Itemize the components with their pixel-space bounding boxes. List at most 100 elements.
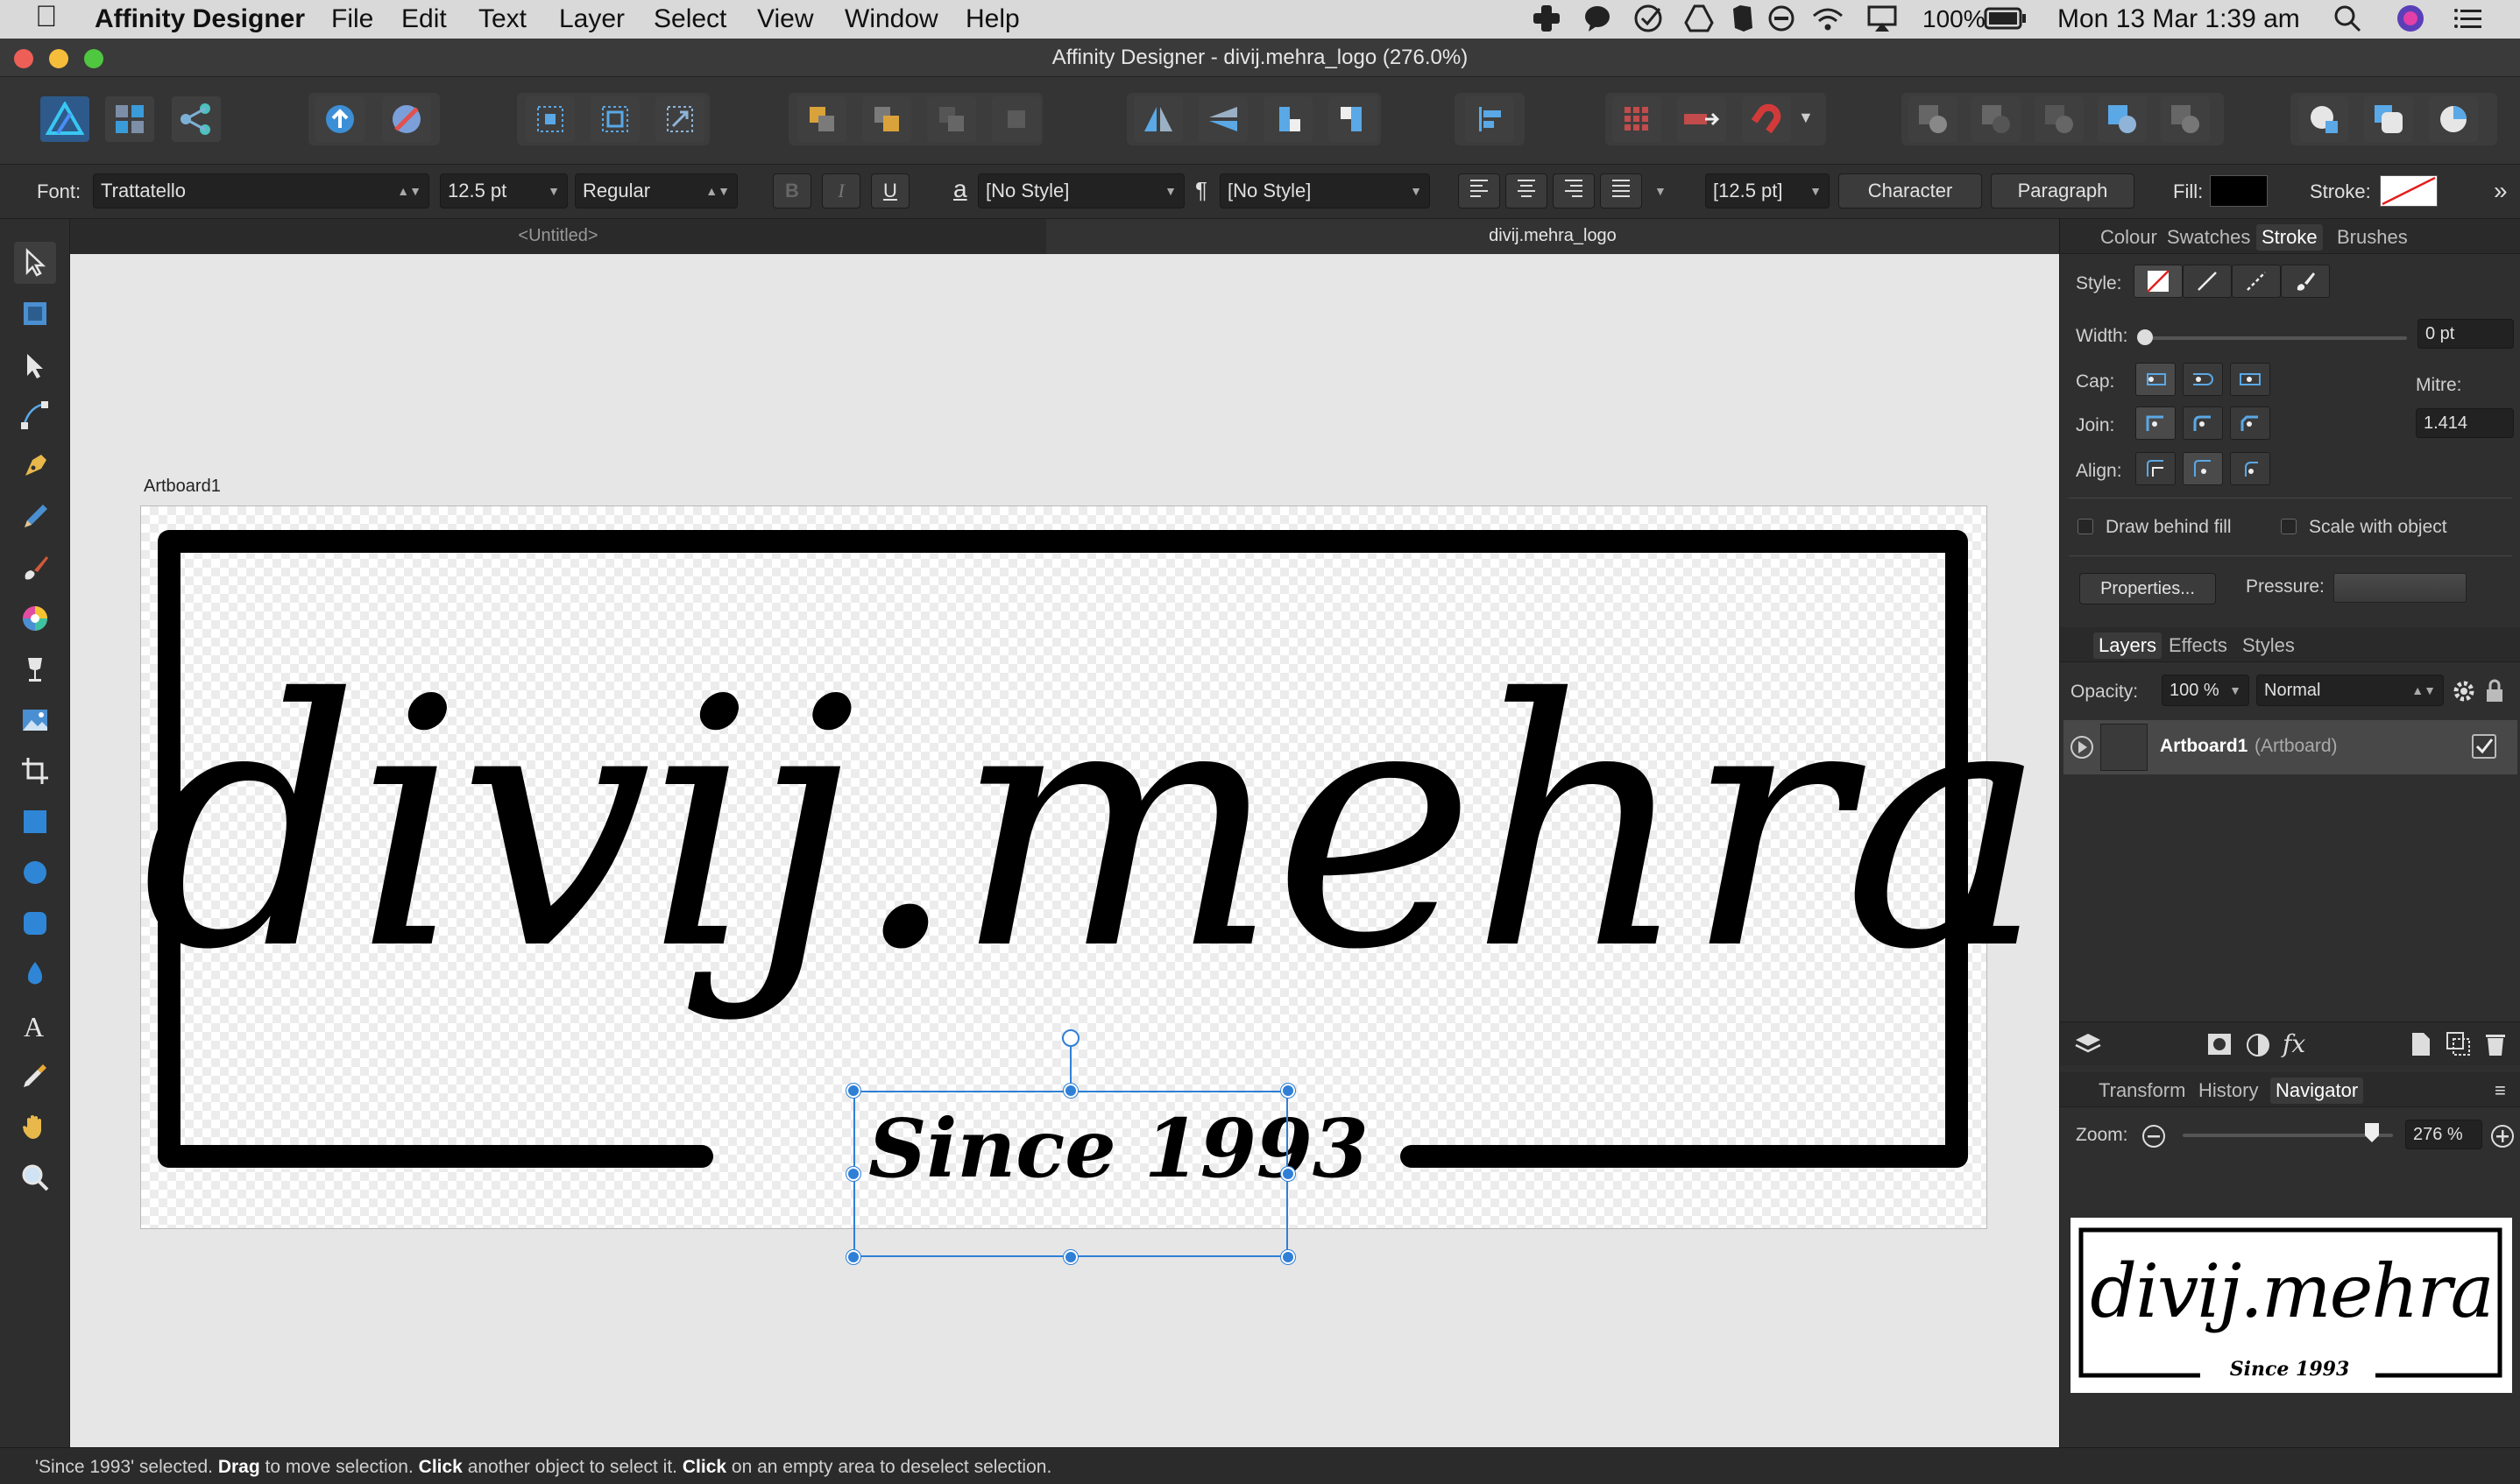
insert-top-icon[interactable] (2364, 96, 2413, 142)
menu-edit[interactable]: Edit (401, 4, 447, 34)
adjustment-layer-icon[interactable] (2246, 1033, 2270, 1062)
checkmark-status-icon[interactable] (1633, 4, 1665, 40)
force-pixel-alignment-icon[interactable] (1677, 96, 1726, 142)
properties-button[interactable]: Properties... (2079, 573, 2216, 604)
evernote-icon[interactable] (1728, 4, 1756, 40)
snapping-grid-icon[interactable] (1612, 96, 1661, 142)
paragraph-panel-button[interactable]: Paragraph (1991, 173, 2134, 208)
menu-select[interactable]: Select (654, 4, 726, 34)
siri-icon[interactable] (2396, 4, 2425, 40)
layer-visibility-checkbox[interactable] (2472, 734, 2496, 759)
node-tool-icon[interactable] (14, 345, 56, 387)
bold-button[interactable]: B (773, 173, 811, 208)
fill-swatch[interactable] (2210, 175, 2268, 207)
zoom-in-icon[interactable] (2489, 1123, 2516, 1154)
artboard-tool-icon[interactable] (14, 293, 56, 335)
arrange-back-icon[interactable] (797, 96, 846, 142)
battery-icon[interactable] (1984, 5, 2028, 39)
snap-grid-icon[interactable] (526, 96, 575, 142)
align-left-button[interactable] (1458, 173, 1500, 208)
menu-file[interactable]: File (331, 4, 373, 34)
menu-text[interactable]: Text (478, 4, 527, 34)
paragraph-style-select[interactable]: [No Style] ▼ (1220, 173, 1430, 208)
leading-select[interactable]: [12.5 pt] ▼ (1705, 173, 1830, 208)
stroke-none-swatch[interactable] (2380, 175, 2438, 207)
pen-tool-icon[interactable] (14, 445, 56, 487)
brush-stroke-style-icon[interactable] (2281, 265, 2330, 298)
more-chevron-icon[interactable]: » (2494, 177, 2508, 205)
menu-view[interactable]: View (757, 4, 813, 34)
notification-center-icon[interactable] (2453, 4, 2485, 40)
snapping-magnet-icon[interactable] (1742, 96, 1791, 142)
fx-effects-icon[interactable]: fx (2283, 1029, 2305, 1058)
airplay-icon[interactable] (1866, 4, 1898, 40)
sync-upload-icon[interactable] (315, 96, 365, 142)
flip-vertical-icon[interactable] (1199, 96, 1248, 142)
spotlight-search-icon[interactable] (2332, 4, 2362, 40)
font-family-select[interactable]: Trattatello ▲▼ (93, 173, 429, 208)
lock-icon[interactable] (2484, 678, 2505, 709)
layer-settings-gear-icon[interactable] (2451, 678, 2477, 709)
snap-bounds-icon[interactable] (591, 96, 640, 142)
flip-horizontal-icon[interactable] (1134, 96, 1183, 142)
tab-untitled[interactable]: <Untitled> (70, 219, 1046, 254)
width-slider-track[interactable] (2144, 336, 2407, 340)
blend-mode-select[interactable]: Normal ▲▼ (2256, 675, 2444, 706)
tab-divij-mehra-logo[interactable]: divij.mehra_logo (1046, 219, 2059, 254)
tab-navigator[interactable]: Navigator (2270, 1078, 2364, 1104)
mitre-value-field[interactable]: 1.414 (2416, 408, 2514, 438)
butt-cap-icon[interactable] (2135, 363, 2176, 396)
shape-tools-icon[interactable] (14, 953, 56, 995)
crop-tool-icon[interactable] (14, 750, 56, 792)
rotate-right-icon[interactable] (1328, 96, 1377, 142)
snapping-dropdown-icon[interactable]: ▼ (1798, 109, 1814, 127)
tab-swatches[interactable]: Swatches (2162, 224, 2255, 251)
alignment-icon[interactable] (1465, 96, 1514, 142)
tab-transform[interactable]: Transform (2093, 1078, 2191, 1104)
handle-top-center[interactable] (1064, 1084, 1078, 1098)
align-center-stroke-icon[interactable] (2135, 452, 2176, 485)
zoom-slider-thumb[interactable] (2363, 1121, 2381, 1144)
arrange-front-icon[interactable] (992, 96, 1041, 142)
mitre-join-icon[interactable] (2135, 406, 2176, 440)
app-menu[interactable]: Affinity Designer (95, 4, 305, 34)
menu-window[interactable]: Window (845, 4, 938, 34)
handle-top-right[interactable] (1281, 1084, 1295, 1098)
subtract-shape-icon[interactable] (1971, 96, 2021, 142)
underline-button[interactable]: U (871, 173, 910, 208)
chat-bubble-icon[interactable] (1582, 4, 1612, 40)
bevel-join-icon[interactable] (2230, 406, 2270, 440)
zoom-tool-icon[interactable] (14, 1156, 56, 1198)
justify-button[interactable] (1600, 173, 1642, 208)
align-outside-stroke-icon[interactable] (2230, 452, 2270, 485)
document-canvas[interactable]: Artboard1 divij.mehra Since 1993 (70, 254, 2059, 1447)
insert-inside-icon[interactable] (2429, 96, 2478, 142)
clock[interactable]: Mon 13 Mar 1:39 am (2057, 4, 2300, 34)
expand-layer-icon[interactable] (2069, 734, 2095, 765)
delete-layer-icon[interactable] (2484, 1031, 2507, 1062)
fill-tool-icon[interactable] (14, 597, 56, 640)
panel-menu-icon[interactable]: ≡ (2495, 1079, 2506, 1102)
tab-stroke[interactable]: Stroke (2256, 224, 2323, 251)
tab-history[interactable]: History (2193, 1078, 2263, 1104)
draw-behind-fill-checkbox[interactable] (2078, 519, 2093, 534)
add-shape-icon[interactable] (1908, 96, 1957, 142)
point-transform-tool-icon[interactable] (14, 394, 56, 436)
add-pixel-layer-icon[interactable] (2410, 1031, 2432, 1062)
no-stroke-style-icon[interactable] (2134, 265, 2183, 298)
place-image-tool-icon[interactable] (14, 699, 56, 741)
pixel-persona-icon[interactable] (105, 96, 154, 142)
mask-layer-icon[interactable] (2207, 1033, 2232, 1060)
sync-paused-icon[interactable] (382, 96, 431, 142)
width-slider-thumb[interactable] (2137, 329, 2153, 345)
rectangle-tool-icon[interactable] (14, 801, 56, 843)
tab-layers[interactable]: Layers (2093, 632, 2163, 659)
menu-help[interactable]: Help (966, 4, 1020, 34)
width-value-field[interactable]: 0 pt (2417, 319, 2514, 349)
tab-effects[interactable]: Effects (2163, 632, 2233, 659)
rotate-left-icon[interactable] (1264, 96, 1313, 142)
menu-layer[interactable]: Layer (559, 4, 625, 34)
handle-bottom-center[interactable] (1064, 1250, 1078, 1264)
drive-icon[interactable] (1684, 4, 1714, 40)
insert-behind-icon[interactable] (2299, 96, 2348, 142)
